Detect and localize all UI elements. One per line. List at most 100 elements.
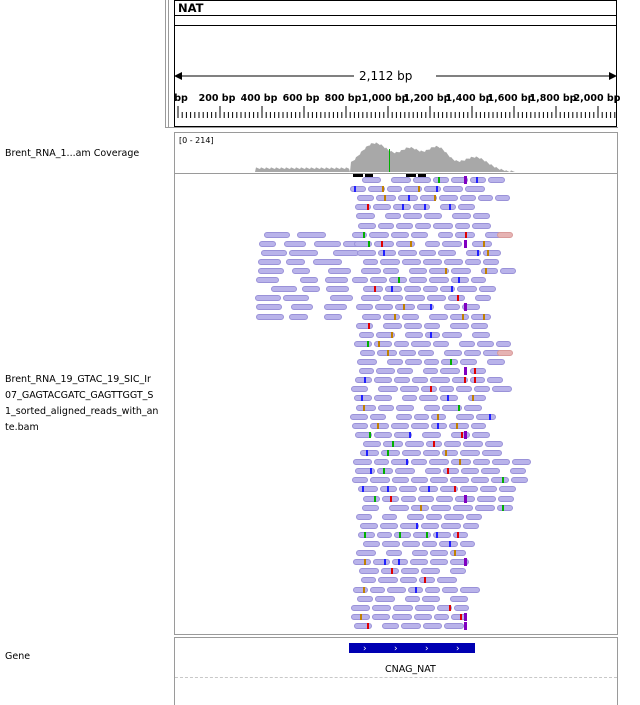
aligned-read[interactable] [440, 395, 458, 402]
aligned-read[interactable] [363, 258, 378, 265]
aligned-read[interactable] [423, 450, 440, 456]
aligned-read[interactable] [391, 422, 409, 429]
aligned-read[interactable] [261, 249, 287, 256]
aligned-read[interactable] [402, 450, 421, 456]
aligned-read[interactable] [430, 550, 448, 557]
aligned-read[interactable] [357, 195, 374, 202]
aligned-read[interactable] [429, 313, 448, 320]
aligned-read[interactable] [352, 477, 368, 484]
aligned-read[interactable] [284, 240, 306, 247]
aligned-read[interactable] [411, 459, 427, 466]
aligned-read[interactable] [460, 359, 477, 365]
aligned-read[interactable] [396, 404, 414, 411]
aligned-read[interactable] [411, 422, 429, 429]
aligned-read[interactable] [381, 568, 399, 575]
aligned-read[interactable] [373, 204, 391, 211]
aligned-read[interactable] [453, 504, 473, 511]
aligned-read[interactable] [358, 486, 378, 493]
gene-track-name[interactable]: Gene [5, 651, 30, 662]
aligned-read[interactable] [369, 231, 389, 238]
aligned-read[interactable] [400, 577, 417, 584]
aligned-read[interactable] [363, 286, 383, 293]
aligned-read[interactable] [488, 177, 505, 183]
aligned-read[interactable] [472, 222, 491, 229]
aligned-read[interactable] [421, 522, 439, 529]
aligned-read[interactable] [466, 513, 482, 520]
aligned-read[interactable] [314, 240, 341, 247]
aligned-read[interactable] [405, 440, 424, 447]
aligned-read[interactable] [378, 249, 396, 256]
aligned-read[interactable] [419, 249, 436, 256]
aligned-read[interactable] [425, 240, 440, 247]
aligned-read[interactable] [464, 349, 481, 356]
aligned-read[interactable] [425, 586, 440, 593]
aligned-read[interactable] [356, 513, 372, 520]
aligned-read[interactable] [302, 286, 320, 293]
aligned-read[interactable] [437, 577, 457, 584]
aligned-read[interactable] [393, 604, 413, 611]
aligned-read[interactable] [443, 186, 463, 193]
aligned-read[interactable] [456, 413, 474, 420]
aligned-read[interactable] [394, 377, 410, 384]
aligned-read[interactable] [392, 559, 408, 566]
soft-clipped-read[interactable] [497, 231, 513, 238]
aligned-read[interactable] [471, 313, 491, 320]
aligned-read[interactable] [423, 286, 438, 293]
aligned-read[interactable] [362, 313, 381, 320]
alignment-track-name[interactable]: Brent_RNA_19_GTAC_19_SIC_Ir 07_GAGTACGAT… [5, 374, 163, 438]
aligned-read[interactable] [359, 568, 379, 575]
aligned-read[interactable] [463, 522, 479, 529]
aligned-read[interactable] [256, 313, 284, 320]
aligned-read[interactable] [465, 258, 481, 265]
aligned-read[interactable] [264, 231, 290, 238]
aligned-read[interactable] [353, 459, 372, 466]
aligned-read[interactable] [472, 240, 492, 247]
aligned-read[interactable] [481, 468, 500, 475]
aligned-read[interactable] [353, 586, 368, 593]
aligned-read[interactable] [495, 195, 510, 202]
aligned-read[interactable] [387, 586, 406, 593]
aligned-read[interactable] [383, 295, 403, 302]
aligned-read[interactable] [452, 213, 471, 220]
aligned-read[interactable] [374, 340, 392, 347]
aligned-read[interactable] [351, 604, 370, 611]
aligned-read[interactable] [370, 422, 389, 429]
aligned-read[interactable] [313, 258, 342, 265]
aligned-read[interactable] [391, 231, 409, 238]
aligned-read[interactable] [376, 195, 396, 202]
aligned-read[interactable] [405, 295, 425, 302]
aligned-read[interactable] [359, 368, 374, 375]
aligned-read[interactable] [360, 522, 378, 529]
aligned-read[interactable] [352, 277, 368, 284]
alignment-reads-area[interactable] [175, 174, 617, 634]
aligned-read[interactable] [463, 440, 483, 447]
aligned-read[interactable] [409, 268, 427, 274]
aligned-read[interactable] [455, 222, 470, 229]
aligned-read[interactable] [351, 386, 368, 393]
aligned-read[interactable] [460, 450, 480, 456]
aligned-read[interactable] [451, 268, 471, 274]
aligned-read[interactable] [356, 322, 373, 329]
aligned-read[interactable] [255, 295, 281, 302]
gene-feature[interactable]: › › › › [349, 643, 475, 653]
aligned-read[interactable] [360, 349, 375, 356]
aligned-read[interactable] [450, 568, 466, 575]
aligned-read[interactable] [362, 504, 379, 511]
aligned-read[interactable] [375, 304, 393, 311]
aligned-read[interactable] [357, 359, 377, 365]
aligned-read[interactable] [328, 268, 351, 274]
aligned-read[interactable] [370, 477, 390, 484]
aligned-read[interactable] [385, 213, 401, 220]
aligned-read[interactable] [510, 468, 526, 475]
aligned-read[interactable] [450, 550, 466, 557]
aligned-read[interactable] [430, 377, 450, 384]
aligned-read[interactable] [383, 268, 399, 274]
aligned-read[interactable] [431, 504, 451, 511]
aligned-read[interactable] [385, 286, 402, 293]
aligned-read[interactable] [377, 468, 393, 475]
aligned-read[interactable] [450, 322, 469, 329]
aligned-read[interactable] [418, 495, 434, 502]
aligned-read[interactable] [413, 531, 431, 538]
aligned-read[interactable] [449, 422, 469, 429]
aligned-read[interactable] [431, 422, 447, 429]
